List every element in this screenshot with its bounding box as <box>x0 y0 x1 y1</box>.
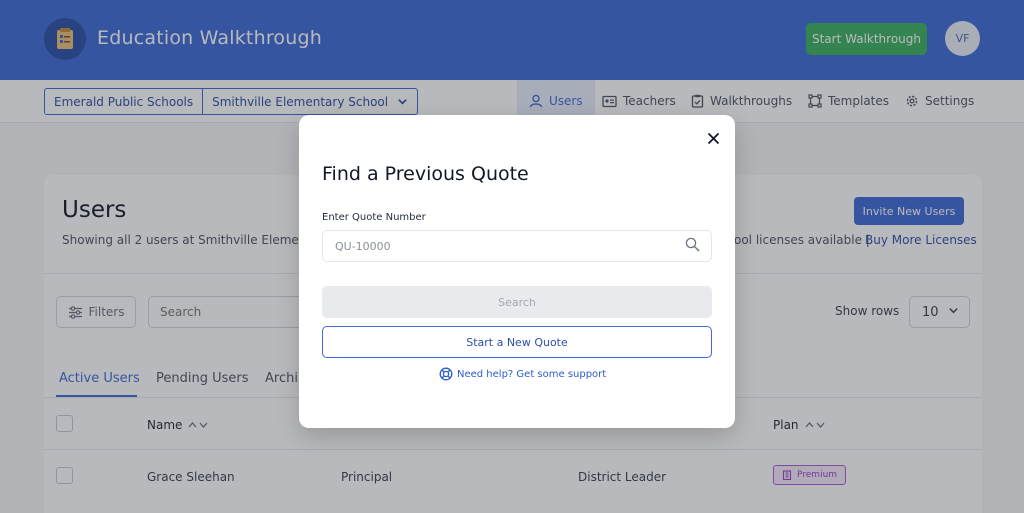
search-icon <box>685 237 700 252</box>
close-icon[interactable] <box>703 128 723 148</box>
support-link-label: Need help? Get some support <box>457 368 607 380</box>
quote-number-input[interactable] <box>322 230 712 262</box>
start-new-quote-button[interactable]: Start a New Quote <box>322 326 712 358</box>
quote-number-label: Enter Quote Number <box>322 212 426 223</box>
search-quote-button[interactable]: Search <box>322 286 712 318</box>
support-link[interactable]: Need help? Get some support <box>439 367 606 381</box>
find-quote-modal: Find a Previous Quote Enter Quote Number… <box>299 115 735 428</box>
modal-title: Find a Previous Quote <box>322 163 529 185</box>
lifebuoy-icon <box>439 367 453 381</box>
